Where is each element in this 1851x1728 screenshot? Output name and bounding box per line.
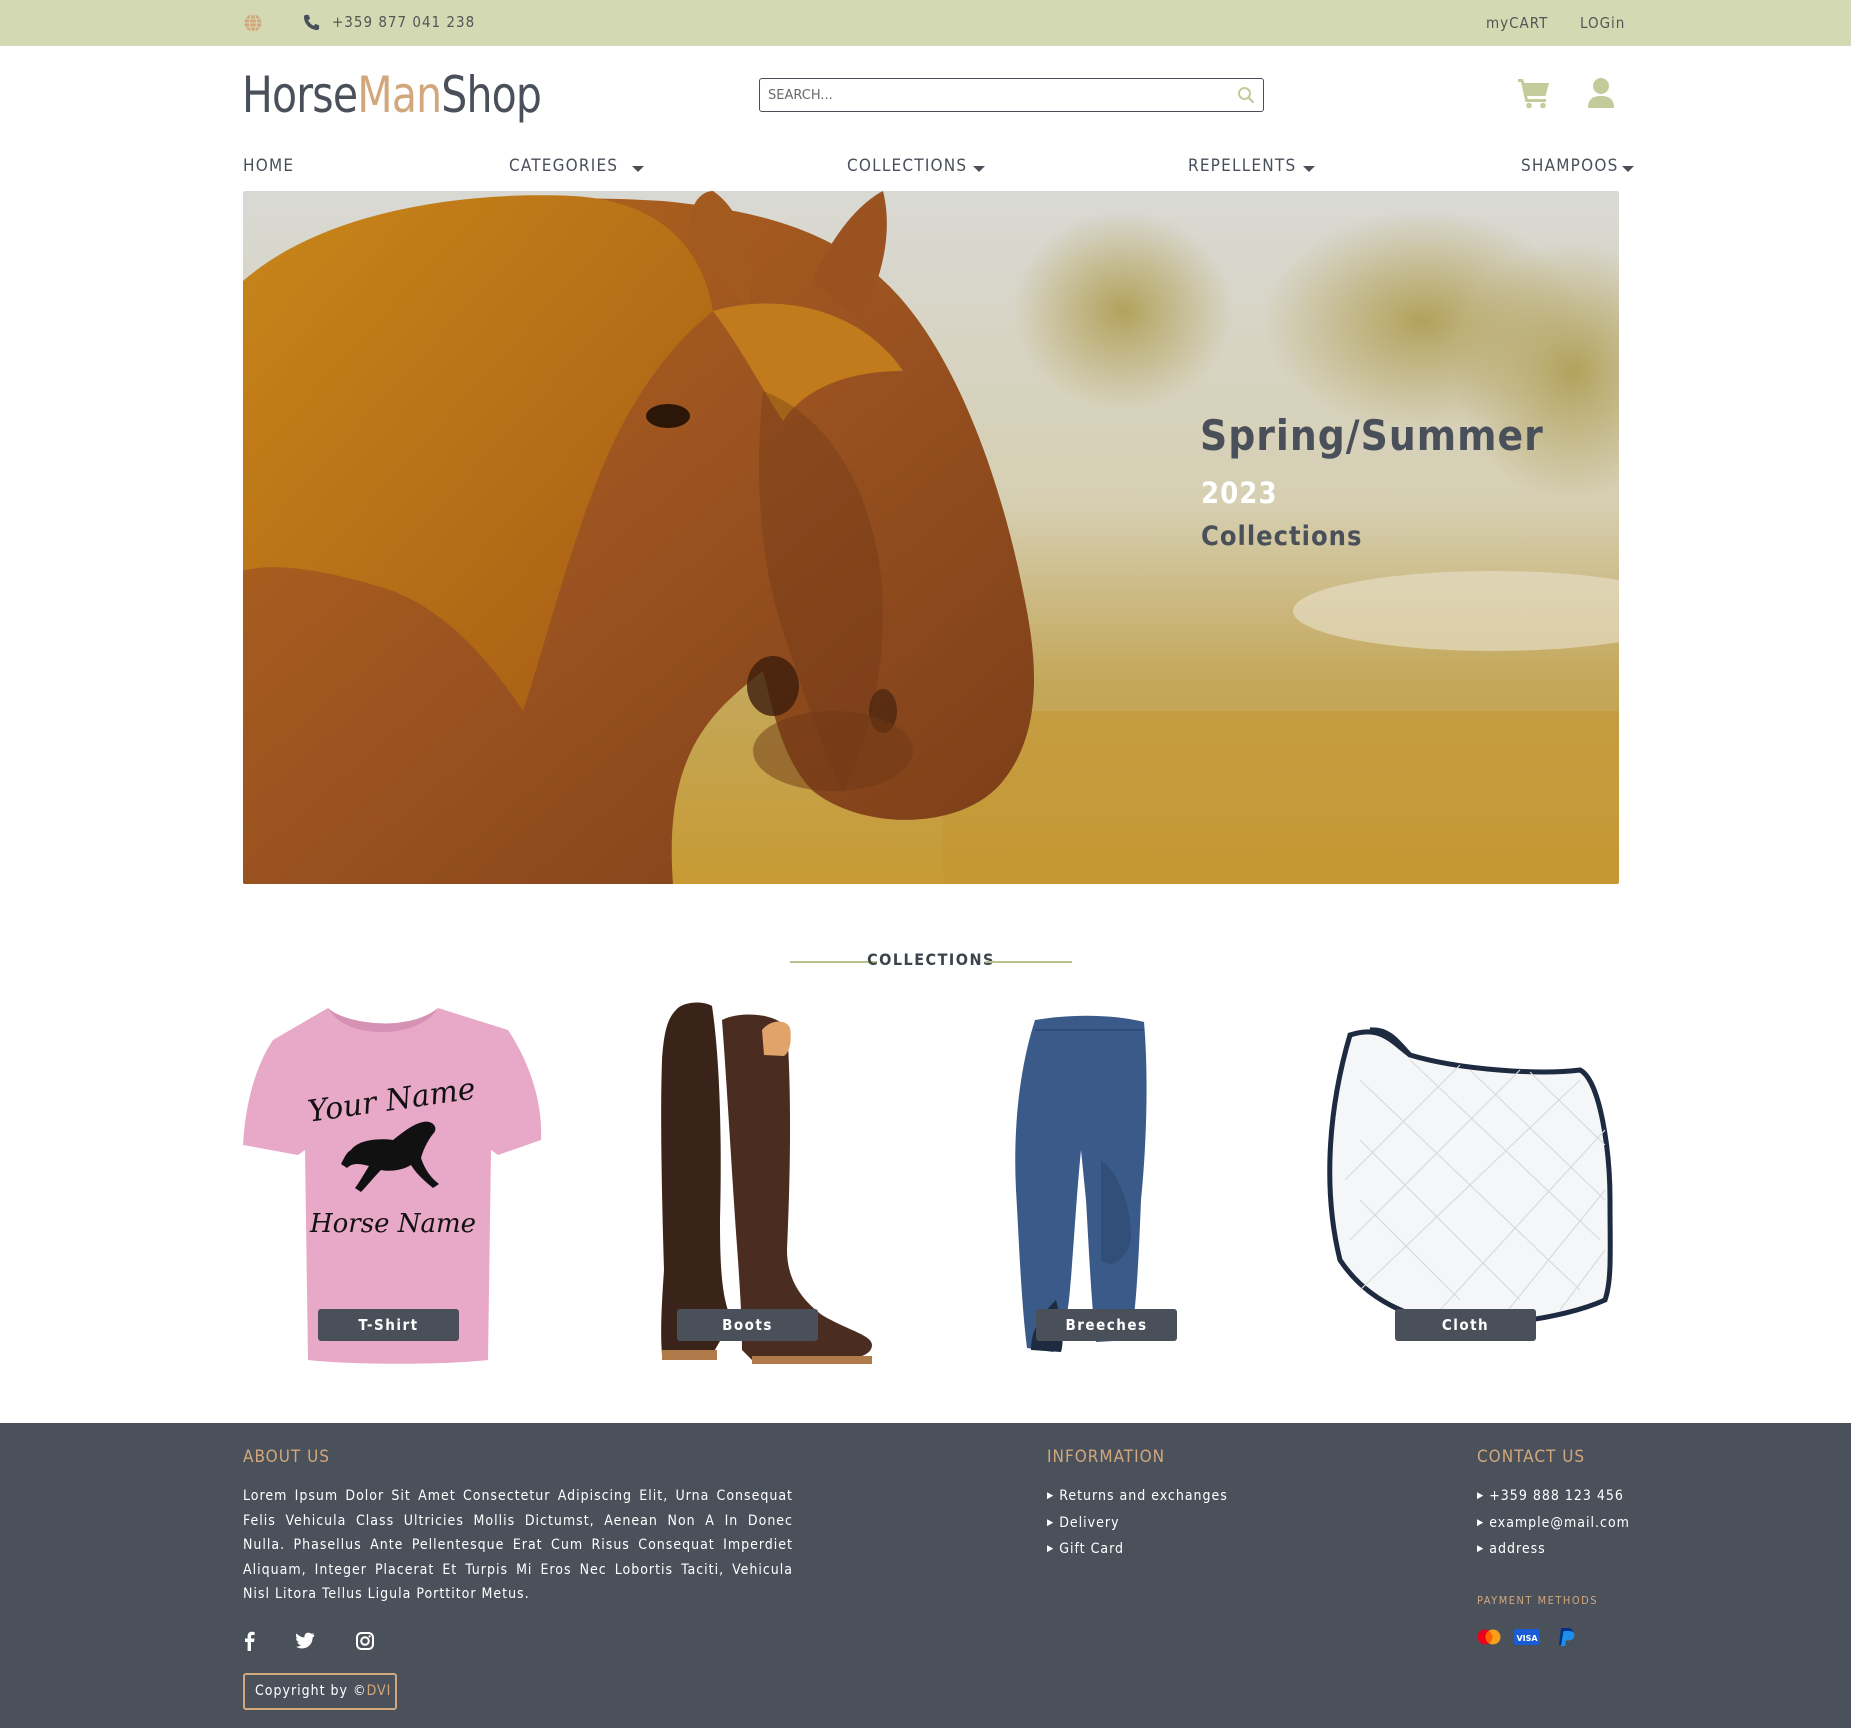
instagram-icon[interactable]: [355, 1631, 375, 1651]
nav-collections-label: COLLECTIONS: [847, 156, 968, 176]
contact-list: +359 888 123 456 example@mail.com addres…: [1477, 1484, 1630, 1564]
info-link-delivery[interactable]: Delivery: [1047, 1511, 1228, 1538]
section-divider-right: [985, 961, 1072, 963]
product-label-cloth[interactable]: Cloth: [1395, 1309, 1536, 1341]
visa-icon: VISA: [1514, 1629, 1540, 1645]
tshirt-print-bottom: Horse Name: [309, 1209, 476, 1239]
my-cart-link[interactable]: myCART: [1486, 14, 1548, 32]
nav-collections[interactable]: COLLECTIONS: [847, 156, 986, 176]
site-footer: ABOUT US Lorem Ipsum Dolor Sit Amet Cons…: [0, 1423, 1851, 1728]
payment-methods-heading: PAYMENT METHODS: [1477, 1594, 1599, 1607]
site-logo[interactable]: HorseManShop: [242, 66, 542, 124]
globe-icon[interactable]: [243, 13, 263, 33]
hero-title: Spring/Summer: [1200, 411, 1544, 460]
nav-shampoos[interactable]: SHAMPOOS: [1521, 156, 1635, 176]
about-text: Lorem Ipsum Dolor Sit Amet Consectetur A…: [243, 1488, 793, 1602]
collections-heading: COLLECTIONS: [867, 950, 995, 969]
logo-part-shop: Shop: [441, 66, 542, 124]
login-link[interactable]: LOGin: [1580, 14, 1625, 32]
nav-categories-label: CATEGORIES: [509, 156, 619, 176]
caret-down-icon: [632, 166, 645, 172]
info-link-gift-card[interactable]: Gift Card: [1047, 1537, 1228, 1564]
product-label-tshirt[interactable]: T-Shirt: [318, 1309, 459, 1341]
nav-repellents-label: REPELLENTS: [1188, 156, 1297, 176]
product-card-breeches[interactable]: Breeches: [961, 1000, 1269, 1370]
user-icon[interactable]: [1587, 77, 1615, 109]
svg-text:VISA: VISA: [1516, 1634, 1538, 1643]
twitter-icon[interactable]: [296, 1631, 316, 1651]
topbar-phone[interactable]: +359 877 041 238: [332, 13, 475, 31]
nav-home-label: HOME: [243, 156, 295, 176]
paypal-icon: [1559, 1628, 1575, 1646]
search-input[interactable]: [760, 79, 1220, 110]
product-card-boots[interactable]: Boots: [602, 1000, 910, 1370]
caret-down-icon: [1622, 166, 1635, 172]
logo-part-man: Man: [357, 66, 442, 124]
hero-subtitle: Collections: [1201, 521, 1363, 552]
search-box: [759, 78, 1264, 112]
logo-part-horse: Horse: [242, 66, 358, 124]
contact-email[interactable]: example@mail.com: [1477, 1511, 1630, 1538]
hero-banner[interactable]: Spring/Summer 2023 Collections: [243, 191, 1619, 884]
nav-categories[interactable]: CATEGORIES: [509, 156, 645, 176]
mastercard-icon: [1477, 1629, 1501, 1645]
copyright-brand-link[interactable]: DVI: [367, 1683, 392, 1699]
caret-down-icon: [973, 166, 986, 172]
cart-icon[interactable]: [1517, 77, 1551, 109]
nav-repellents[interactable]: REPELLENTS: [1188, 156, 1316, 176]
contact-phone[interactable]: +359 888 123 456: [1477, 1484, 1630, 1511]
nav-shampoos-label: SHAMPOOS: [1521, 156, 1619, 176]
caret-down-icon: [1303, 166, 1316, 172]
about-heading: ABOUT US: [243, 1447, 330, 1467]
contact-address[interactable]: address: [1477, 1537, 1630, 1564]
product-card-tshirt[interactable]: Your Name Horse Name T-Shirt: [243, 1000, 551, 1370]
facebook-icon[interactable]: [240, 1631, 260, 1651]
search-icon[interactable]: [1237, 86, 1255, 104]
information-links: Returns and exchanges Delivery Gift Card: [1047, 1484, 1228, 1564]
nav-home[interactable]: HOME: [243, 156, 294, 176]
product-label-breeches[interactable]: Breeches: [1036, 1309, 1177, 1341]
product-card-cloth[interactable]: Cloth: [1320, 1000, 1628, 1370]
product-label-boots[interactable]: Boots: [677, 1309, 818, 1341]
copyright-text: Copyright by ©: [255, 1683, 367, 1699]
page: +359 877 041 238 myCART LOGin HorseManSh…: [0, 0, 1851, 1728]
hero-horse-image: [243, 191, 1619, 884]
top-bar: +359 877 041 238 myCART LOGin: [0, 0, 1851, 46]
copyright-box: Copyright by ©DVI: [243, 1673, 397, 1710]
information-heading: INFORMATION: [1047, 1447, 1166, 1467]
hero-year: 2023: [1201, 476, 1278, 510]
info-link-returns[interactable]: Returns and exchanges: [1047, 1484, 1228, 1511]
phone-icon: [303, 14, 320, 31]
contact-heading: CONTACT US: [1477, 1447, 1586, 1467]
